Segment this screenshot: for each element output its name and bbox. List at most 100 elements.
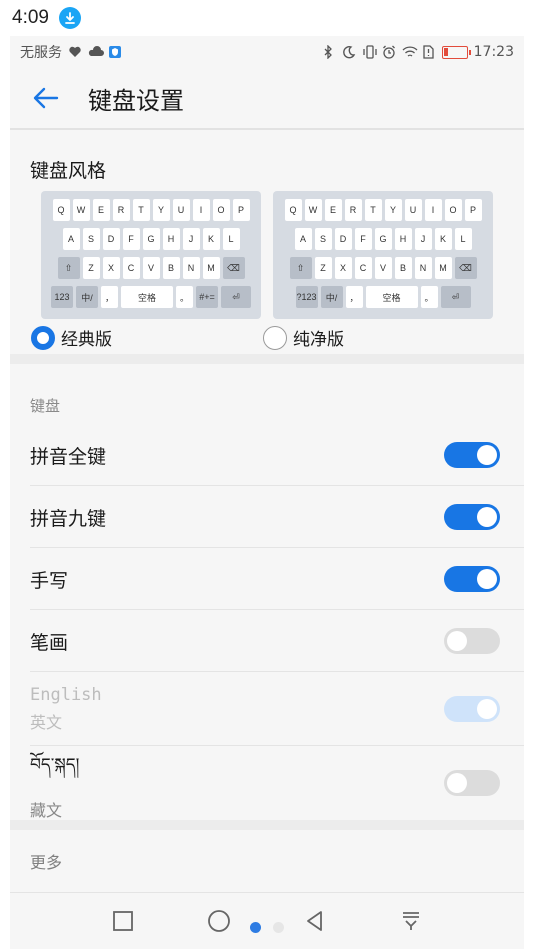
shift-key-icon: ⇧ (57, 257, 80, 279)
keyboard-key: A (62, 228, 80, 250)
symbols-key: #+= (196, 286, 218, 308)
toggle-knob (477, 445, 497, 465)
keyboard-row-pinyin-9[interactable]: 拼音九键 (10, 486, 524, 548)
status-bar: 无服务 17:23 (10, 36, 524, 68)
page-indicator (250, 922, 284, 933)
keyboard-row-handwriting[interactable]: 手写 (10, 548, 524, 610)
toggle-pinyin-full[interactable] (444, 442, 500, 468)
page-title: 键盘设置 (88, 86, 184, 115)
keyboard-row: ?123 中/，空格。 ⏎ (279, 286, 487, 308)
keyboard-preview-classic[interactable]: Q W E R T Y U I O P A S D F G H J K L ⇧ Z X C V B N M ⌫ 123 中/，空格。 #+=… (41, 191, 261, 319)
keyboard-key: R (112, 199, 130, 221)
recent-apps-icon[interactable] (108, 906, 138, 936)
classic-radio-option[interactable]: 经典版 (31, 325, 261, 350)
delete-key-icon: ⌫ (222, 257, 245, 279)
toggle-knob (447, 631, 467, 651)
keyboard-key: L (454, 228, 472, 250)
back-icon[interactable] (300, 906, 330, 936)
keyboard-key: X (102, 257, 120, 279)
row-label: 笔画 (30, 631, 69, 654)
toggle-handwriting[interactable] (444, 566, 500, 592)
download-icon[interactable] (58, 7, 81, 29)
pure-label: 纯净版 (293, 330, 344, 350)
row-label: 拼音九键 (30, 507, 107, 530)
keyboard-key: Q (52, 199, 70, 221)
keyboard-row-pinyin-full[interactable]: 拼音全键 (10, 424, 524, 486)
toggle-knob (477, 569, 497, 589)
notification-pull-icon[interactable] (396, 906, 426, 936)
radio-classic[interactable] (31, 325, 55, 350)
shift-key-icon: ⇧ (289, 257, 312, 279)
keyboard-style-title: 键盘风格 (30, 160, 107, 182)
carrier-label: 无服务 (20, 45, 62, 61)
keyboard-key: F (122, 228, 140, 250)
cloud-icon (88, 45, 104, 59)
keyboard-key: M (434, 257, 452, 279)
keyboard-key: D (102, 228, 120, 250)
keyboard-key: H (162, 228, 180, 250)
outer-status-bar: 4:09 (0, 0, 534, 36)
keyboard-key: D (334, 228, 352, 250)
back-arrow-icon (33, 87, 59, 109)
keyboard-key: Y (152, 199, 170, 221)
app-header: 键盘设置 (10, 68, 524, 130)
keyboard-key: V (142, 257, 160, 279)
keyboard-key: U (172, 199, 190, 221)
keyboard-row-english: English 英文 (10, 672, 524, 746)
keyboard-key: N (182, 257, 200, 279)
classic-label: 经典版 (61, 330, 112, 350)
keyboard-row-stroke[interactable]: 笔画 (10, 610, 524, 672)
keyboard-preview-pure[interactable]: Q W E R T Y U I O P A S D F G H J K L ⇧ Z X C V B N M ⌫ ?123 中/，空格。 ⏎ (273, 191, 493, 319)
keyboard-row: ASDFGHJKL (47, 228, 255, 250)
toggle-pinyin-9[interactable] (444, 504, 500, 530)
toggle-knob (477, 699, 497, 719)
keyboard-key: L (222, 228, 240, 250)
home-icon[interactable] (204, 906, 234, 936)
back-button[interactable] (30, 82, 62, 114)
keyboard-row: ASDFGHJKL (279, 228, 487, 250)
section-divider (10, 820, 524, 830)
row-label: English (30, 685, 102, 705)
keyboard-key: A (294, 228, 312, 250)
row-label: བོད་སྐད། (30, 755, 80, 775)
keyboard-key: P (232, 199, 250, 221)
language-switch-key: 中/ (76, 286, 98, 308)
toggle-tibetan[interactable] (444, 770, 500, 796)
status-time: 17:23 (473, 44, 514, 60)
keyboard-style-section: 键盘风格 Q W E R T Y U I O P A S D F G H J K L ⇧ Z X C V B N M ⌫ 123 中/，空… (10, 130, 524, 354)
row-label: 手写 (30, 569, 69, 592)
keyboard-key: C (354, 257, 372, 279)
battery-icon (441, 45, 471, 59)
toggle-stroke[interactable] (444, 628, 500, 654)
keyboard-key: Z (82, 257, 100, 279)
page-dot-active (250, 922, 261, 933)
row-label: 拼音全键 (30, 445, 107, 468)
keyboard-row: 123 中/，空格。 #+= ⏎ (47, 286, 255, 308)
comma-key: ， (345, 286, 363, 308)
keyboard-style-classic[interactable]: Q W E R T Y U I O P A S D F G H J K L ⇧ Z X C V B N M ⌫ 123 中/，空格。 #+=… (31, 191, 261, 350)
keyboard-key: J (414, 228, 432, 250)
keyboard-key: Y (384, 199, 402, 221)
navigation-bar (10, 892, 524, 949)
wifi-icon (402, 45, 418, 59)
keyboard-key: Q (284, 199, 302, 221)
keyboard-key: R (344, 199, 362, 221)
phone-screen: 无服务 17:23 键盘设置 键盘风格 Q W E R T Y U I O P … (10, 36, 524, 949)
keyboard-style-pure[interactable]: Q W E R T Y U I O P A S D F G H J K L ⇧ Z X C V B N M ⌫ ?123 中/，空格。 ⏎ … (263, 191, 493, 350)
keyboards-section: 键盘 拼音全键 拼音九键 手写 笔画 English 英文 བོད་སྐད། 藏… (10, 364, 524, 820)
section-divider (10, 354, 524, 364)
keyboard-key: P (464, 199, 482, 221)
heart-icon (68, 45, 82, 59)
pure-radio-option[interactable]: 纯净版 (263, 325, 493, 350)
shield-app-icon (108, 45, 122, 59)
keyboard-key: N (414, 257, 432, 279)
radio-pure[interactable] (263, 325, 287, 350)
space-key: 空格 (121, 286, 173, 308)
keyboard-key: W (72, 199, 90, 221)
toggle-knob (477, 507, 497, 527)
keyboard-key: B (162, 257, 180, 279)
language-switch-key: 中/ (320, 286, 343, 308)
keyboard-row-tibetan[interactable]: བོད་སྐད། 藏文 (10, 746, 524, 820)
toggle-knob (447, 773, 467, 793)
keyboard-key: H (394, 228, 412, 250)
